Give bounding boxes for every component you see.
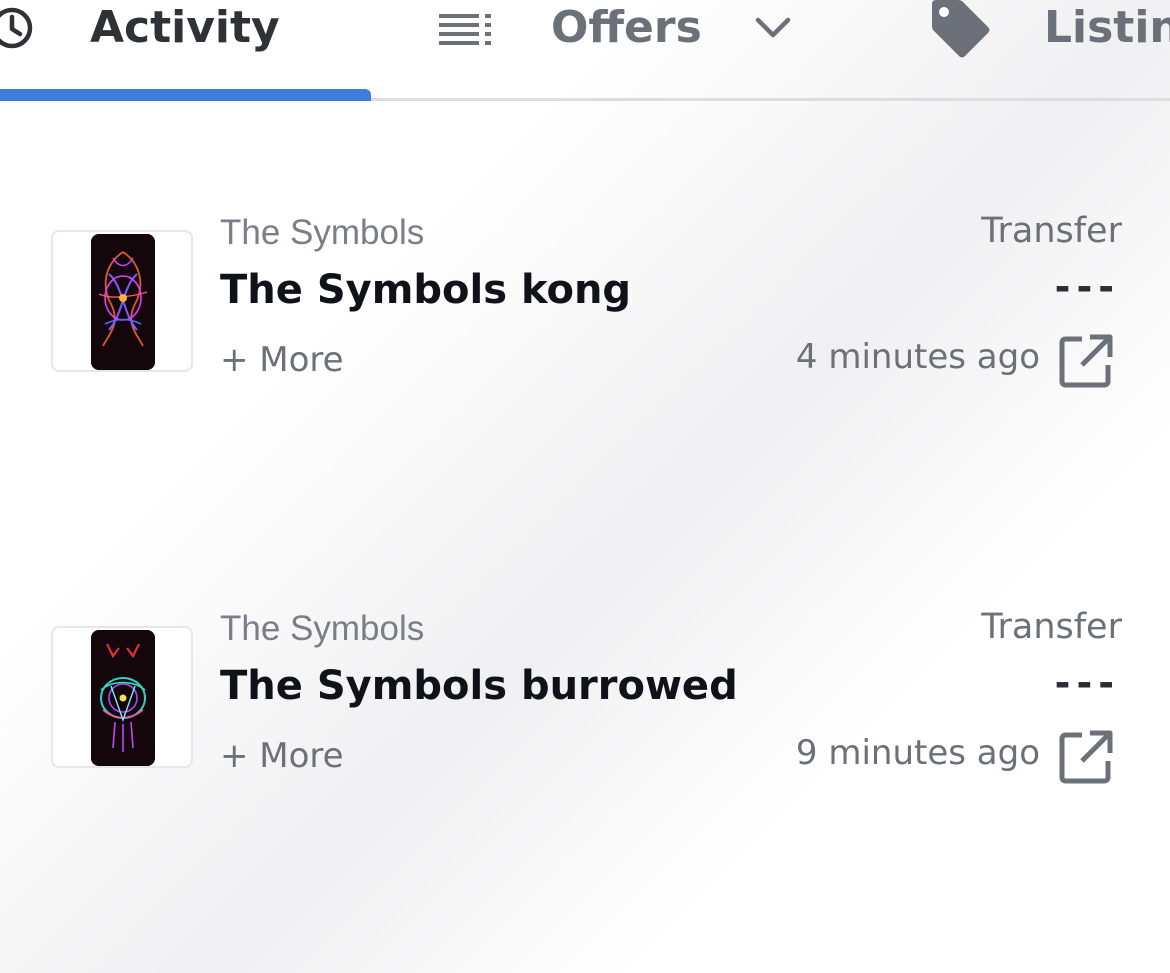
tab-offers-label: Offers <box>551 2 702 53</box>
more-link[interactable]: + More <box>220 736 344 776</box>
timestamp: 9 minutes ago <box>795 733 1040 773</box>
tab-listings[interactable]: Listin <box>928 0 1170 58</box>
nft-thumbnail[interactable] <box>51 230 193 372</box>
external-link-icon[interactable] <box>1058 729 1114 785</box>
activity-row[interactable]: The Symbols The Symbols kong + More Tran… <box>0 205 1170 388</box>
tab-activity[interactable]: Activity <box>0 0 280 56</box>
list-icon <box>439 14 491 45</box>
event-type: Transfer <box>981 607 1122 647</box>
clock-icon <box>0 7 33 49</box>
price: --- <box>1054 661 1120 705</box>
tab-offers[interactable]: Offers <box>437 0 792 56</box>
nft-artwork-image <box>91 234 155 370</box>
event-type: Transfer <box>981 211 1122 251</box>
item-name[interactable]: The Symbols kong <box>220 267 631 313</box>
nft-thumbnail[interactable] <box>51 626 193 768</box>
active-tab-indicator <box>0 89 371 101</box>
tab-listings-label: Listin <box>1044 2 1170 53</box>
nft-artwork-image <box>91 630 155 766</box>
collection-name[interactable]: The Symbols <box>220 213 424 253</box>
price: --- <box>1054 265 1120 309</box>
external-link-icon[interactable] <box>1058 333 1114 389</box>
activity-tab-bar: Activity Offers Listin <box>0 0 1170 102</box>
item-name[interactable]: The Symbols burrowed <box>220 663 738 709</box>
timestamp: 4 minutes ago <box>795 337 1040 377</box>
chevron-down-icon[interactable] <box>754 16 792 40</box>
tag-icon <box>932 0 990 58</box>
activity-row[interactable]: The Symbols The Symbols burrowed + More … <box>0 601 1170 784</box>
collection-name[interactable]: The Symbols <box>220 609 424 649</box>
tab-activity-label: Activity <box>90 2 280 53</box>
more-link[interactable]: + More <box>220 340 344 380</box>
